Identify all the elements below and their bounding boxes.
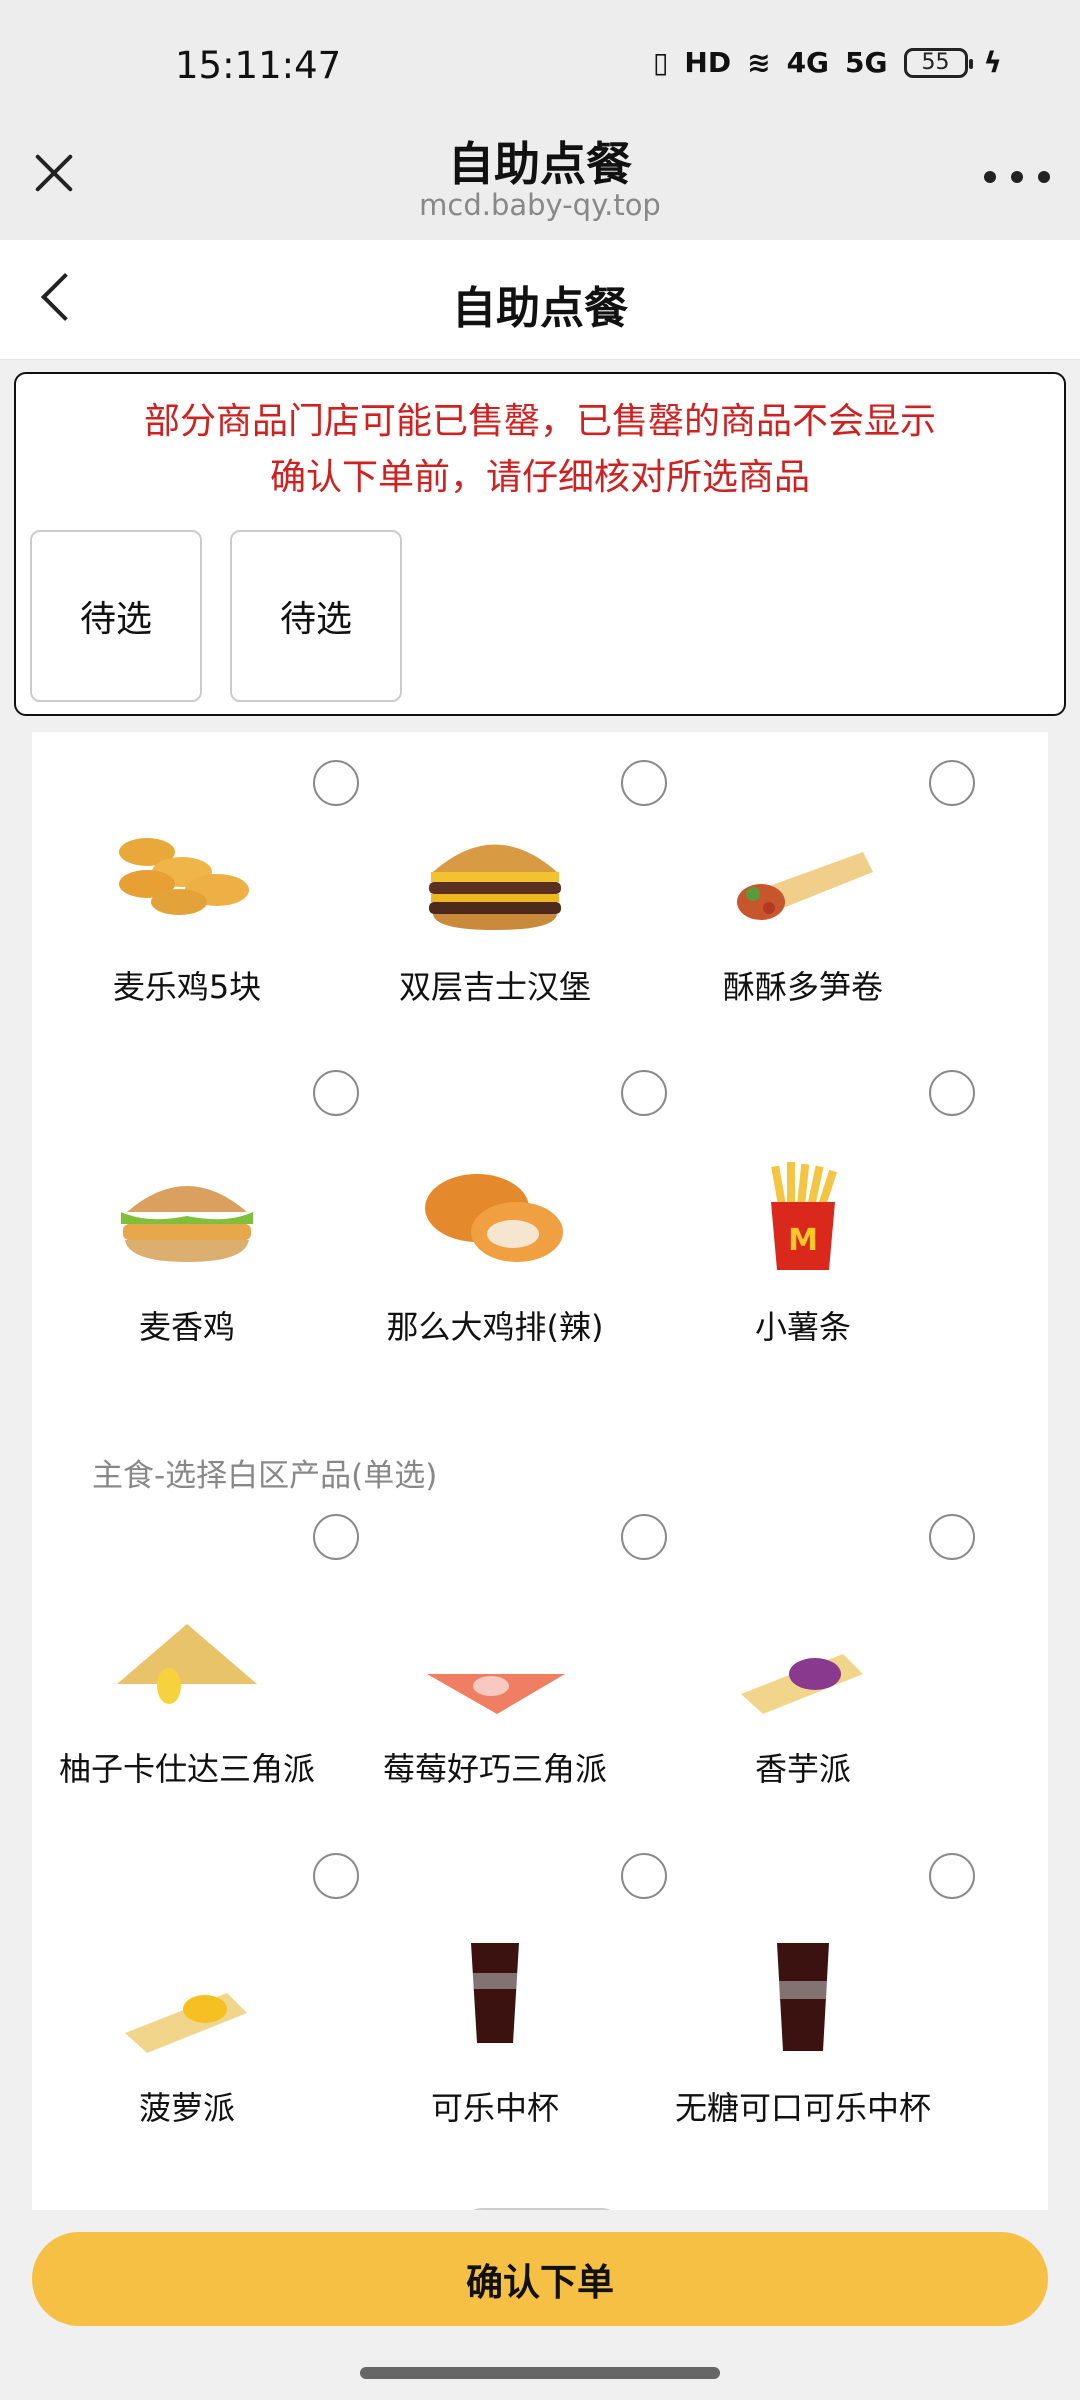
cola-icon	[471, 1943, 519, 2043]
svg-text:M: M	[788, 1223, 818, 1258]
product-name: 无糖可口可乐中杯	[674, 2089, 931, 2127]
select-radio[interactable]	[929, 1070, 975, 1116]
product-name: 小薯条	[754, 1308, 851, 1346]
pie-icon	[741, 1654, 863, 1714]
pending-slot-1[interactable]: 待选	[30, 530, 202, 702]
cola-icon	[777, 1943, 829, 2051]
product-item[interactable]: 柚子卡仕达三角派	[32, 1514, 359, 1814]
product-name: 可乐中杯	[430, 2089, 559, 2127]
product-name: 麦乐鸡5块	[112, 968, 262, 1006]
select-radio[interactable]	[929, 1853, 975, 1899]
product-item[interactable]: 那么大鸡排(辣)	[340, 1070, 667, 1372]
webview-title: 自助点餐	[448, 137, 632, 191]
triangle-pie-icon	[117, 1624, 257, 1704]
product-item[interactable]: 酥酥多笋卷	[648, 732, 975, 1032]
product-name: 香芋派	[754, 1750, 851, 1788]
signal-5g-icon: 5G	[845, 46, 888, 79]
product-item[interactable]: 莓莓好巧三角派	[340, 1514, 667, 1814]
wifi-icon: ≋	[747, 46, 771, 79]
page-title: 自助点餐	[452, 283, 628, 334]
product-item[interactable]: 可乐中杯	[340, 1853, 667, 2153]
fries-icon: M	[771, 1162, 837, 1270]
signal-4g-icon: 4G	[786, 46, 830, 79]
select-radio[interactable]	[929, 1514, 975, 1560]
product-name: 双层吉士汉堡	[398, 968, 591, 1006]
section-title: 主食-选择白区产品(单选)	[92, 1458, 438, 1494]
status-icons: ▯ HD ≋ 4G 5G 55 ϟ	[653, 46, 1002, 79]
more-options-icon[interactable]	[984, 162, 1050, 192]
burger-icon	[121, 1186, 253, 1262]
footer: 确认下单	[0, 2210, 1080, 2400]
battery-icon: 55	[903, 47, 973, 78]
product-name: 菠萝派	[138, 2089, 235, 2127]
pending-slot-2[interactable]: 待选	[230, 530, 402, 702]
select-radio[interactable]	[929, 760, 975, 806]
product-item[interactable]: 麦乐鸡5块	[32, 732, 359, 1032]
nuggets-icon	[119, 838, 249, 915]
webview-top-bar: 自助点餐 mcd.baby-qy.top	[0, 120, 1080, 240]
notice-panel: 部分商品门店可能已售罄，已售罄的商品不会显示 确认下单前，请仔细核对所选商品 待…	[14, 372, 1066, 716]
charging-icon: ϟ	[983, 46, 1002, 79]
pie-icon	[125, 1993, 247, 2053]
product-item[interactable]: 麦香鸡	[32, 1070, 359, 1372]
wrap-icon	[737, 852, 873, 920]
home-indicator[interactable]	[360, 2367, 720, 2379]
product-name: 那么大鸡排(辣)	[386, 1308, 604, 1346]
status-time: 15:11:47	[175, 44, 342, 87]
product-item[interactable]: M 小薯条	[648, 1070, 975, 1372]
status-bar: 15:11:47 ▯ HD ≋ 4G 5G 55 ϟ	[0, 0, 1080, 120]
vibrate-icon: ▯	[653, 46, 669, 79]
product-item[interactable]: 无糖可口可乐中杯	[648, 1853, 975, 2153]
hd-icon: HD	[684, 46, 732, 79]
burger-icon	[429, 844, 561, 930]
notice-line-1: 部分商品门店可能已售罄，已售罄的商品不会显示	[143, 401, 936, 442]
product-name: 麦香鸡	[138, 1308, 235, 1346]
notice-line-2: 确认下单前，请仔细核对所选商品	[269, 457, 810, 498]
webview-domain: mcd.baby-qy.top	[419, 188, 661, 222]
product-item[interactable]: 双层吉士汉堡	[340, 732, 667, 1032]
page-header: 自助点餐	[0, 240, 1080, 360]
product-name: 酥酥多笋卷	[722, 968, 883, 1006]
confirm-order-button[interactable]: 确认下单	[32, 2232, 1048, 2326]
product-item[interactable]: 菠萝派	[32, 1853, 359, 2153]
triangle-pie-icon	[427, 1674, 565, 1714]
product-name: 莓莓好巧三角派	[382, 1750, 607, 1788]
product-list: 麦乐鸡5块 双层吉士汉堡 酥酥多笋卷 麦香鸡 那么大鸡排(辣) M 小薯条 主食…	[32, 732, 1048, 2210]
chicken-cutlet-icon	[425, 1174, 563, 1262]
product-item[interactable]: 香芋派	[648, 1514, 975, 1814]
product-name: 柚子卡仕达三角派	[58, 1750, 315, 1788]
